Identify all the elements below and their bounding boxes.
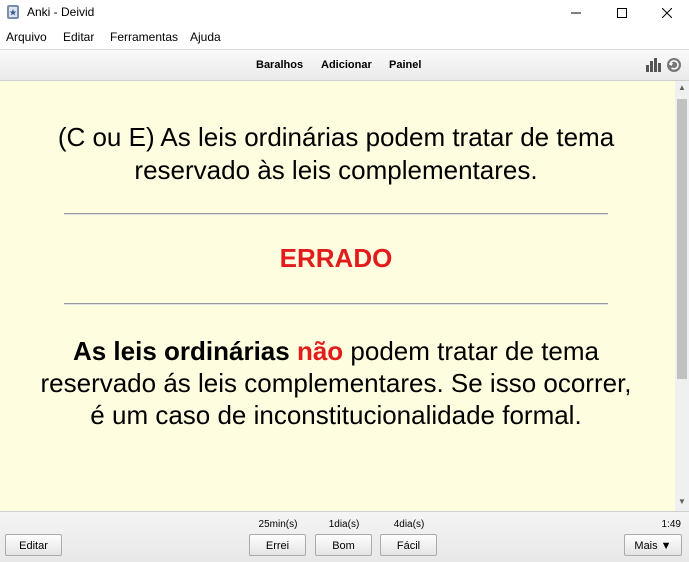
card-question: (C ou E) As leis ordinárias podem tratar… (57, 122, 615, 185)
card-view: (C ou E) As leis ordinárias podem tratar… (0, 81, 675, 511)
interval-again: 25min(s) (258, 519, 298, 530)
maximize-icon (617, 8, 627, 18)
menu-ferramentas[interactable]: Ferramentas (110, 30, 178, 44)
decks-link[interactable]: Baralhos (256, 59, 303, 71)
scroll-down-arrow-icon[interactable]: ▼ (675, 497, 689, 509)
answer-bold-text: As leis ordinárias (72, 336, 290, 366)
vertical-scrollbar[interactable]: ▲ ▼ (675, 81, 689, 511)
browse-link[interactable]: Painel (389, 59, 421, 71)
sync-icon[interactable] (667, 58, 681, 72)
more-button[interactable]: Mais ▼ (624, 534, 682, 556)
interval-good: 1dia(s) (328, 519, 360, 530)
main-toolbar: Baralhos Adicionar Painel (0, 49, 689, 81)
anki-app-icon (7, 5, 19, 19)
card-verdict: ERRADO (279, 243, 393, 273)
minimize-icon (571, 12, 581, 14)
card-answer: As leis ordinárias não podem tratar de t… (40, 335, 632, 431)
menu-ajuda[interactable]: Ajuda (190, 30, 221, 44)
minimize-button[interactable] (553, 0, 599, 26)
good-button[interactable]: Bom (315, 534, 372, 556)
review-bottom-bar: 25min(s) 1dia(s) 4dia(s) 1:49 Editar Err… (0, 511, 689, 562)
close-button[interactable] (644, 0, 689, 26)
stats-icon[interactable] (646, 58, 661, 72)
menu-bar: Arquivo Editar Ferramentas Ajuda (0, 27, 689, 47)
edit-button[interactable]: Editar (5, 534, 62, 556)
again-button[interactable]: Errei (249, 534, 306, 556)
scroll-up-arrow-icon[interactable]: ▲ (675, 83, 689, 95)
review-timer: 1:49 (661, 519, 681, 530)
divider (64, 303, 608, 305)
window-title: Anki - Deivid (27, 5, 95, 19)
title-bar: Anki - Deivid (0, 0, 689, 26)
toolbar-icons (646, 58, 681, 72)
easy-button[interactable]: Fácil (380, 534, 437, 556)
scroll-thumb[interactable] (677, 99, 687, 379)
close-icon (661, 7, 673, 19)
divider (64, 213, 608, 215)
menu-arquivo[interactable]: Arquivo (6, 30, 47, 44)
menu-editar[interactable]: Editar (63, 30, 94, 44)
interval-easy: 4dia(s) (393, 519, 425, 530)
add-link[interactable]: Adicionar (321, 59, 372, 71)
answer-highlight-text: não (296, 336, 344, 366)
maximize-button[interactable] (599, 0, 645, 26)
